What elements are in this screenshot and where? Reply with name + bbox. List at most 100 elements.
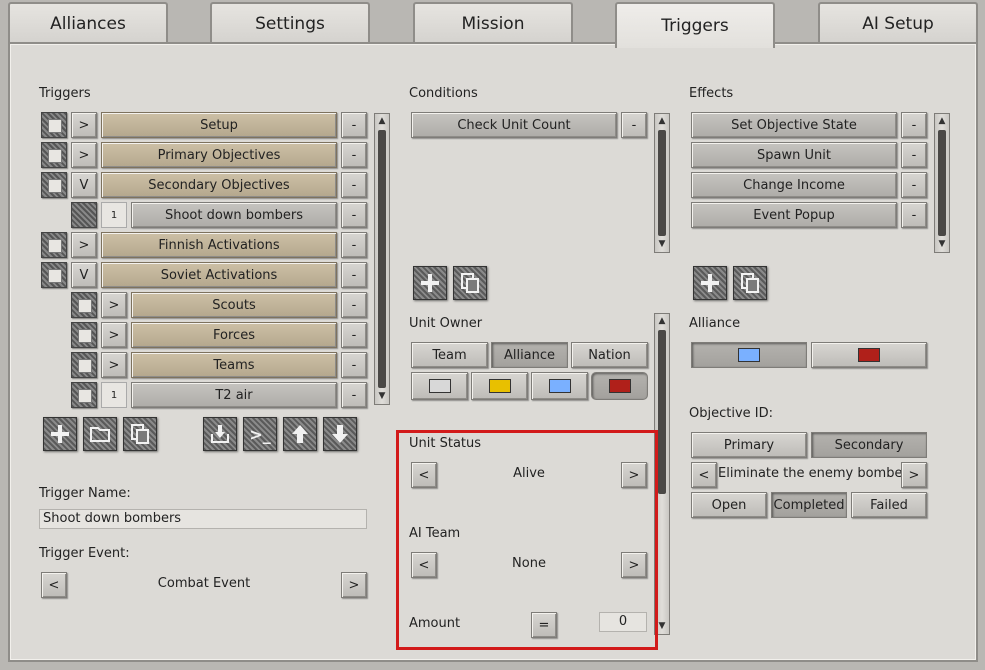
add-trigger-button[interactable] [43, 417, 77, 451]
ai-team-prev-button[interactable]: < [411, 552, 437, 578]
trigger-expand-button[interactable]: > [71, 112, 97, 138]
unit-status-prev-button[interactable]: < [411, 462, 437, 488]
trigger-checkbox[interactable] [41, 232, 67, 258]
remove-trigger-button[interactable]: - [341, 172, 367, 198]
move-up-button[interactable] [283, 417, 317, 451]
amount-input[interactable]: 0 [599, 612, 647, 632]
scroll-down-icon[interactable]: ▼ [375, 389, 389, 404]
scroll-down-icon[interactable]: ▼ [655, 237, 669, 252]
remove-trigger-button[interactable]: - [341, 352, 367, 378]
scroll-up-icon[interactable]: ▲ [655, 314, 669, 329]
scroll-thumb[interactable] [938, 130, 946, 236]
add-condition-button[interactable] [413, 266, 447, 300]
objective-type-primary[interactable]: Primary [691, 432, 807, 458]
effect-item[interactable]: Event Popup [691, 202, 897, 228]
copy-effect-button[interactable] [733, 266, 767, 300]
effect-item[interactable]: Set Objective State [691, 112, 897, 138]
scroll-thumb[interactable] [658, 330, 666, 494]
scroll-up-icon[interactable]: ▲ [935, 114, 949, 129]
ai-team-next-button[interactable]: > [621, 552, 647, 578]
add-folder-button[interactable] [83, 417, 117, 451]
objective-state-open[interactable]: Open [691, 492, 767, 518]
objective-state-completed[interactable]: Completed [771, 492, 847, 518]
trigger-item[interactable]: Shoot down bombers [131, 202, 337, 228]
trigger-item[interactable]: Primary Objectives [101, 142, 337, 168]
effect-item[interactable]: Change Income [691, 172, 897, 198]
scroll-thumb[interactable] [378, 130, 386, 388]
trigger-expand-button[interactable]: V [71, 172, 97, 198]
scroll-thumb[interactable] [658, 130, 666, 236]
trigger-checkbox[interactable] [71, 202, 97, 228]
objective-prev-button[interactable]: < [691, 462, 717, 488]
trigger-item[interactable]: Teams [131, 352, 337, 378]
remove-trigger-button[interactable]: - [341, 322, 367, 348]
trigger-item[interactable]: Soviet Activations [101, 262, 337, 288]
owner-color-button[interactable] [411, 372, 468, 400]
unit-status-next-button[interactable]: > [621, 462, 647, 488]
scroll-down-icon[interactable]: ▼ [935, 237, 949, 252]
owner-mode-team[interactable]: Team [411, 342, 488, 368]
scroll-up-icon[interactable]: ▲ [375, 114, 389, 129]
trigger-expand-button[interactable]: V [71, 262, 97, 288]
remove-trigger-button[interactable]: - [341, 232, 367, 258]
remove-effect-button[interactable]: - [901, 172, 927, 198]
trigger-item[interactable]: Setup [101, 112, 337, 138]
remove-trigger-button[interactable]: - [341, 112, 367, 138]
alliance-option-red[interactable] [811, 342, 927, 368]
remove-trigger-button[interactable]: - [341, 262, 367, 288]
trigger-checkbox[interactable] [71, 352, 97, 378]
effects-scrollbar[interactable]: ▲ ▼ [934, 113, 950, 253]
objective-state-failed[interactable]: Failed [851, 492, 927, 518]
copy-condition-button[interactable] [453, 266, 487, 300]
conditions-scrollbar[interactable]: ▲ ▼ [654, 113, 670, 253]
import-button[interactable] [203, 417, 237, 451]
trigger-checkbox[interactable] [41, 142, 67, 168]
trigger-expand-button[interactable]: > [101, 352, 127, 378]
trigger-item[interactable]: T2 air [131, 382, 337, 408]
copy-trigger-button[interactable] [123, 417, 157, 451]
scroll-up-icon[interactable]: ▲ [655, 114, 669, 129]
move-down-button[interactable] [323, 417, 357, 451]
add-effect-button[interactable] [693, 266, 727, 300]
remove-trigger-button[interactable]: - [341, 382, 367, 408]
remove-trigger-button[interactable]: - [341, 202, 367, 228]
condition-details-scrollbar[interactable]: ▲ ▼ [654, 313, 670, 635]
trigger-checkbox[interactable] [41, 262, 67, 288]
trigger-expand-button[interactable]: > [71, 142, 97, 168]
trigger-checkbox[interactable] [41, 112, 67, 138]
effect-item[interactable]: Spawn Unit [691, 142, 897, 168]
trigger-item[interactable]: Forces [131, 322, 337, 348]
amount-operator-button[interactable]: = [531, 612, 557, 638]
alliance-option-blue[interactable] [691, 342, 807, 368]
trigger-event-next-button[interactable]: > [341, 572, 367, 598]
scroll-down-icon[interactable]: ▼ [655, 619, 669, 634]
objective-next-button[interactable]: > [901, 462, 927, 488]
owner-mode-nation[interactable]: Nation [571, 342, 648, 368]
remove-effect-button[interactable]: - [901, 112, 927, 138]
remove-effect-button[interactable]: - [901, 142, 927, 168]
trigger-checkbox[interactable] [71, 322, 97, 348]
owner-color-button[interactable] [471, 372, 528, 400]
trigger-checkbox[interactable] [71, 292, 97, 318]
trigger-item[interactable]: Secondary Objectives [101, 172, 337, 198]
trigger-expand-button[interactable]: > [101, 292, 127, 318]
remove-trigger-button[interactable]: - [341, 142, 367, 168]
objective-type-secondary[interactable]: Secondary [811, 432, 927, 458]
trigger-expand-button[interactable]: > [71, 232, 97, 258]
console-button[interactable]: >_ [243, 417, 277, 451]
trigger-list-scrollbar[interactable]: ▲ ▼ [374, 113, 390, 405]
owner-color-button[interactable] [531, 372, 588, 400]
trigger-name-input[interactable]: Shoot down bombers [39, 509, 367, 529]
trigger-checkbox[interactable] [71, 382, 97, 408]
remove-trigger-button[interactable]: - [341, 292, 367, 318]
trigger-checkbox[interactable] [41, 172, 67, 198]
trigger-event-prev-button[interactable]: < [41, 572, 67, 598]
condition-item[interactable]: Check Unit Count [411, 112, 617, 138]
trigger-expand-button[interactable]: > [101, 322, 127, 348]
remove-condition-button[interactable]: - [621, 112, 647, 138]
trigger-item[interactable]: Scouts [131, 292, 337, 318]
remove-effect-button[interactable]: - [901, 202, 927, 228]
owner-mode-alliance[interactable]: Alliance [491, 342, 568, 368]
trigger-item[interactable]: Finnish Activations [101, 232, 337, 258]
owner-color-button[interactable] [591, 372, 648, 400]
